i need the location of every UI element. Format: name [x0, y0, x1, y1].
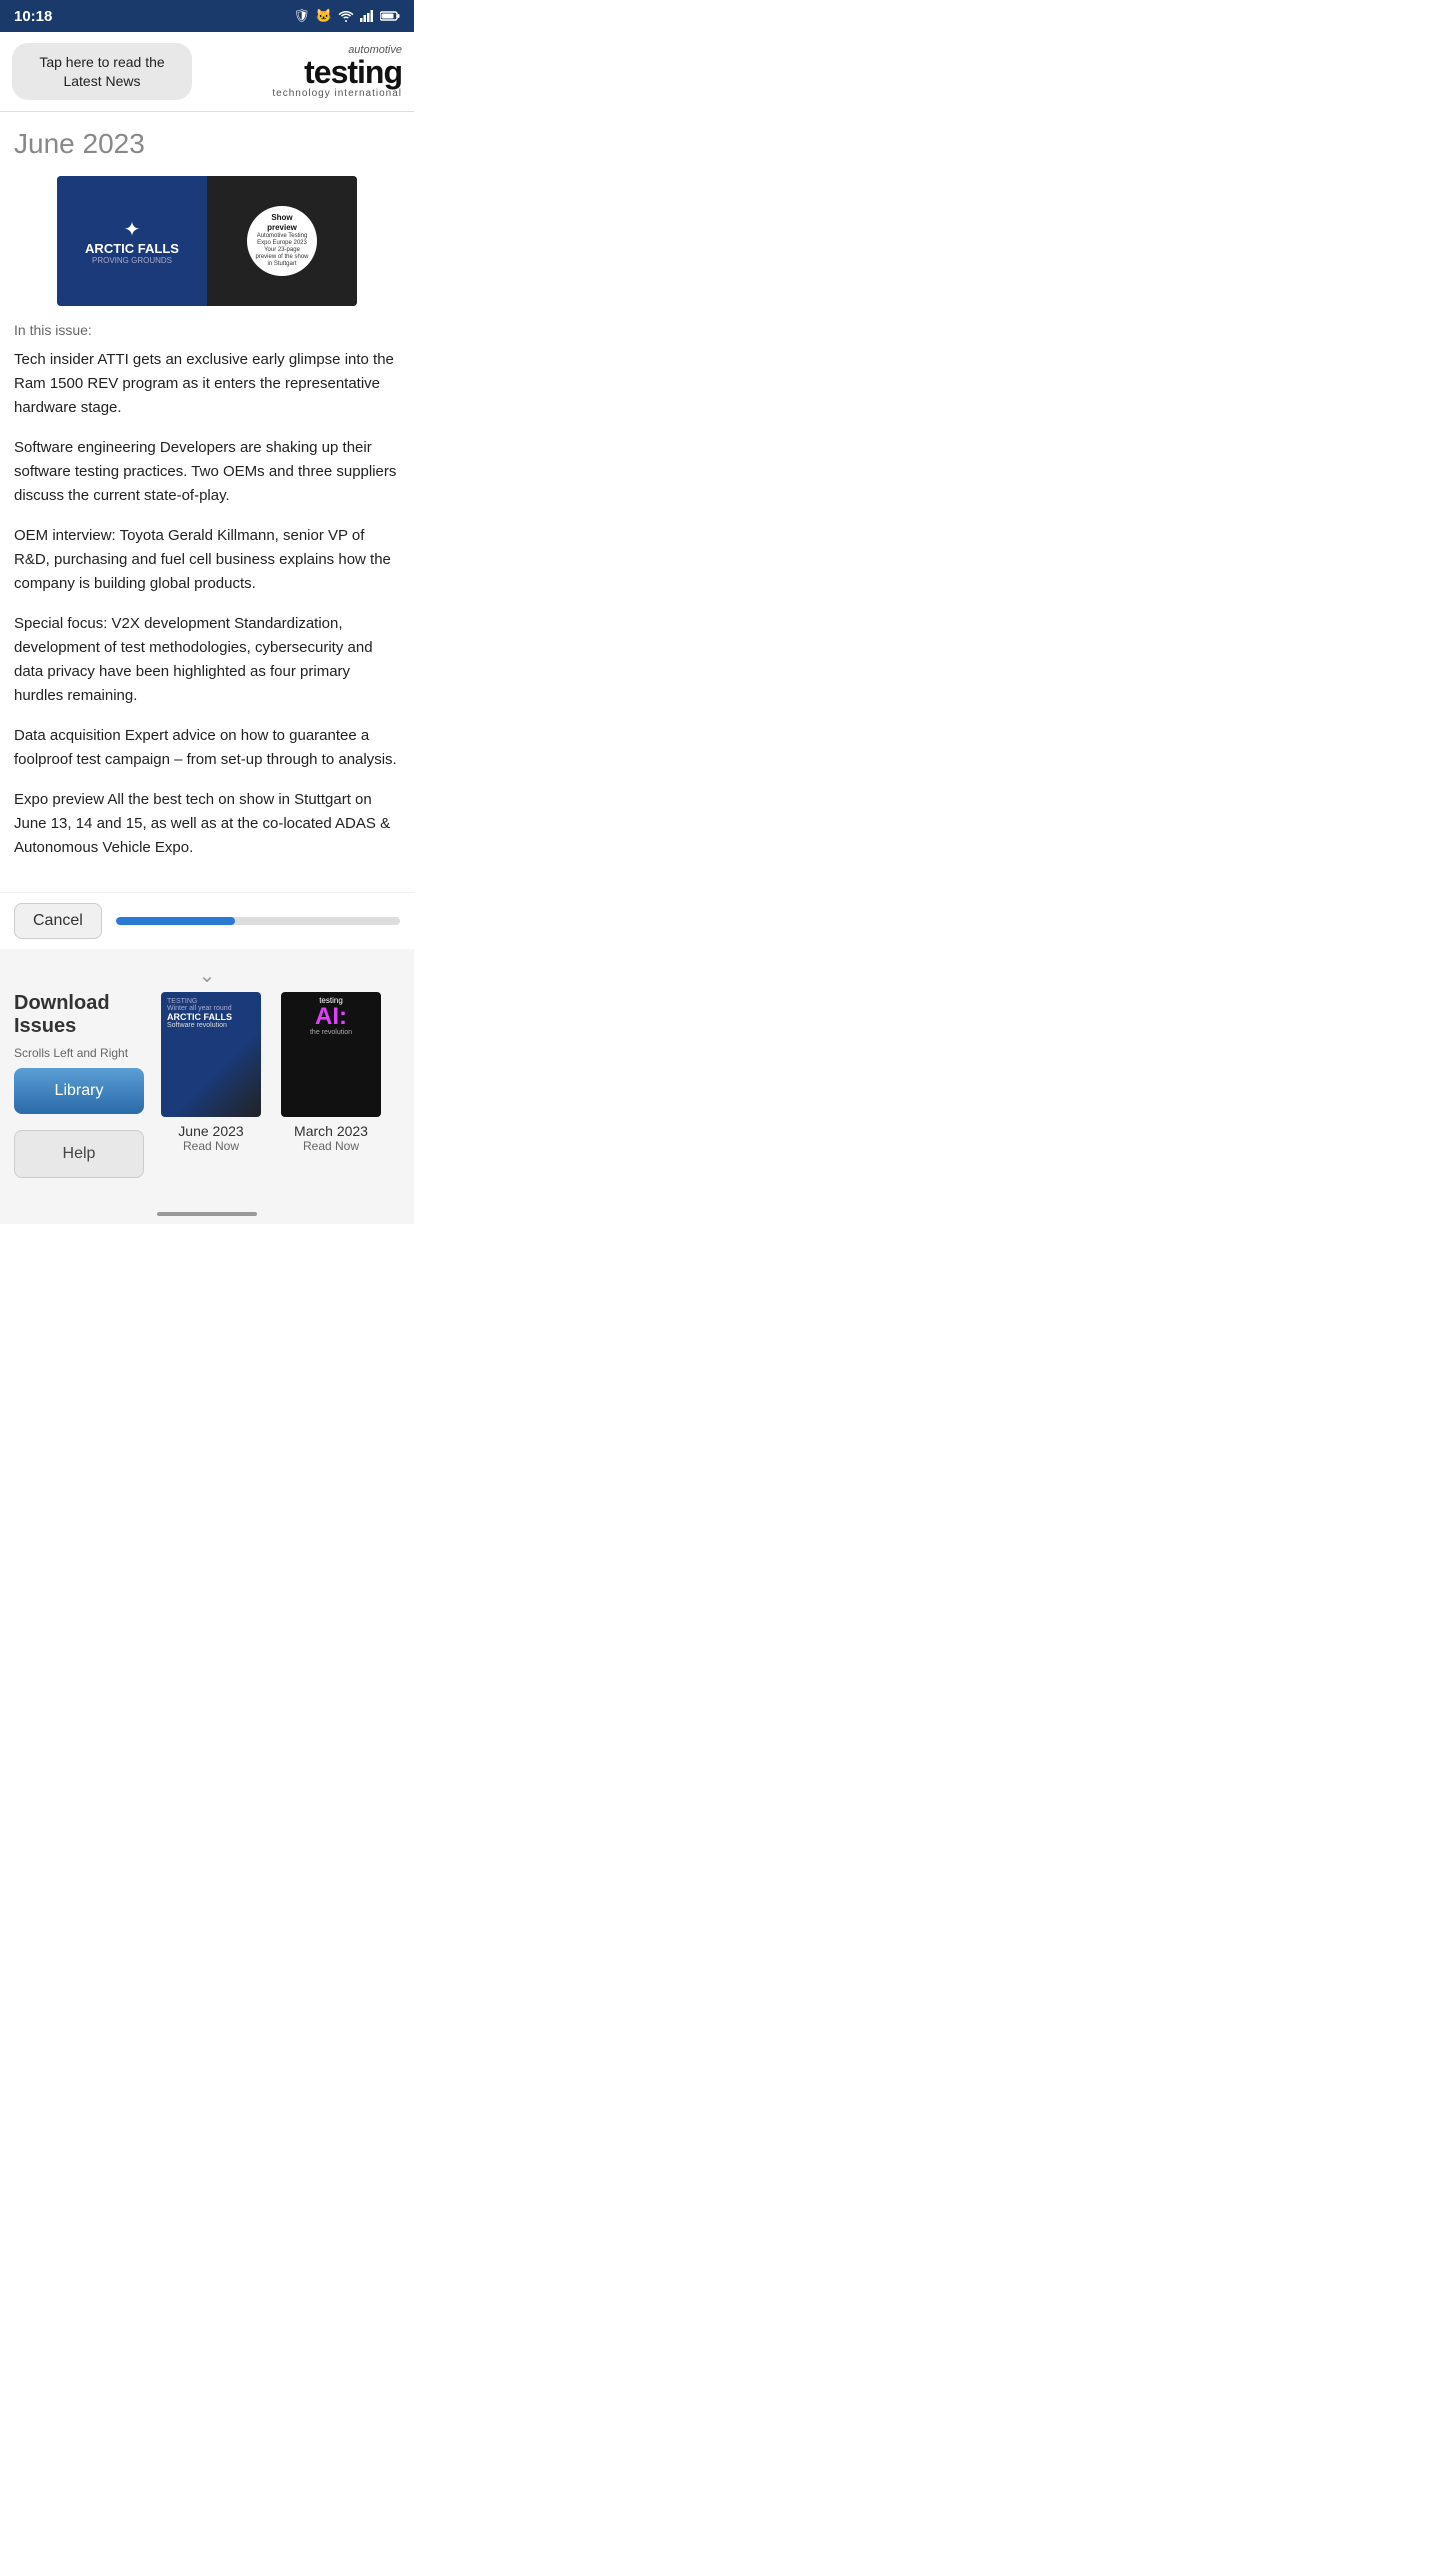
download-left: Download Issues Scrolls Left and Right L… [14, 992, 144, 1178]
cover-left-title: ARCTIC FALLS [85, 242, 179, 256]
help-button[interactable]: Help [14, 1130, 144, 1178]
download-title: Download Issues [14, 992, 144, 1038]
logo-main: testing [304, 56, 402, 88]
status-icons: 🛡 🐱 [293, 8, 400, 24]
logo-area: automotive testing technology internatio… [272, 44, 402, 99]
show-preview-badge: Showpreview Automotive Testing Expo Euro… [247, 206, 317, 276]
issue-intro-label: In this issue: [14, 322, 400, 338]
paragraph-6: Expo preview All the best tech on show i… [14, 788, 400, 860]
issue-title: June 2023 [14, 128, 400, 160]
bottom-bar [0, 1204, 414, 1224]
action-bar: Cancel [0, 892, 414, 949]
battery-icon [380, 10, 400, 22]
wifi-icon [338, 10, 354, 22]
issue-thumb-june: testing Winter all year round ARCTIC FAL… [161, 992, 261, 1117]
paragraph-2: Software engineering Developers are shak… [14, 436, 400, 508]
signal-icon [360, 10, 374, 22]
issue-card-june[interactable]: testing Winter all year round ARCTIC FAL… [156, 992, 266, 1153]
shield-icon: 🛡 [293, 8, 310, 24]
paragraph-5: Data acquisition Expert advice on how to… [14, 724, 400, 772]
issue-thumb-march: testing AI: the revolution [281, 992, 381, 1117]
download-hint: Scrolls Left and Right [14, 1046, 144, 1060]
paragraph-4: Special focus: V2X development Standardi… [14, 612, 400, 708]
issue-card-march[interactable]: testing AI: the revolution March 2023 Re… [276, 992, 386, 1153]
status-time: 10:18 [14, 8, 52, 25]
cat-icon: 🐱 [316, 8, 332, 24]
status-bar: 10:18 🛡 🐱 [0, 0, 414, 32]
cover-left: ✦ ARCTIC FALLS PROVING GROUNDS [57, 176, 207, 306]
issue-name-march: March 2023 [294, 1123, 368, 1139]
star-icon: ✦ [124, 217, 141, 242]
cover-image: ✦ ARCTIC FALLS PROVING GROUNDS Showprevi… [14, 176, 400, 306]
show-preview-text: Showpreview [267, 213, 297, 232]
cancel-button[interactable]: Cancel [14, 903, 102, 939]
issues-row: testing Winter all year round ARCTIC FAL… [156, 992, 400, 1161]
arrow-down-icon: ⌄ [14, 963, 400, 988]
progress-bar-fill [116, 917, 235, 925]
download-header: Download Issues Scrolls Left and Right L… [14, 992, 400, 1178]
progress-bar-background [116, 917, 400, 925]
library-button[interactable]: Library [14, 1068, 144, 1114]
cover-right: Showpreview Automotive Testing Expo Euro… [207, 176, 357, 306]
download-section: ⌄ Download Issues Scrolls Left and Right… [0, 949, 414, 1204]
cover-box: ✦ ARCTIC FALLS PROVING GROUNDS Showprevi… [57, 176, 357, 306]
cover-left-sub: PROVING GROUNDS [92, 256, 172, 265]
show-preview-sub: Automotive Testing Expo Europe 2023 Your… [253, 233, 311, 269]
news-button[interactable]: Tap here to read the Latest News [12, 43, 192, 99]
header: Tap here to read the Latest News automot… [0, 32, 414, 112]
issue-card-nov[interactable]: testing TRACK A Global Leader in Cold Cl… [396, 992, 400, 1153]
issue-name-june: June 2023 [178, 1123, 243, 1139]
logo-sub: technology international [272, 88, 402, 99]
issue-content: Tech insider ATTI gets an exclusive earl… [14, 348, 400, 860]
issue-action-march: Read Now [303, 1139, 359, 1153]
home-indicator [157, 1212, 257, 1216]
issue-action-june: Read Now [183, 1139, 239, 1153]
paragraph-3: OEM interview: Toyota Gerald Killmann, s… [14, 524, 400, 596]
paragraph-1: Tech insider ATTI gets an exclusive earl… [14, 348, 400, 420]
main-content: June 2023 ✦ ARCTIC FALLS PROVING GROUNDS… [0, 112, 414, 892]
